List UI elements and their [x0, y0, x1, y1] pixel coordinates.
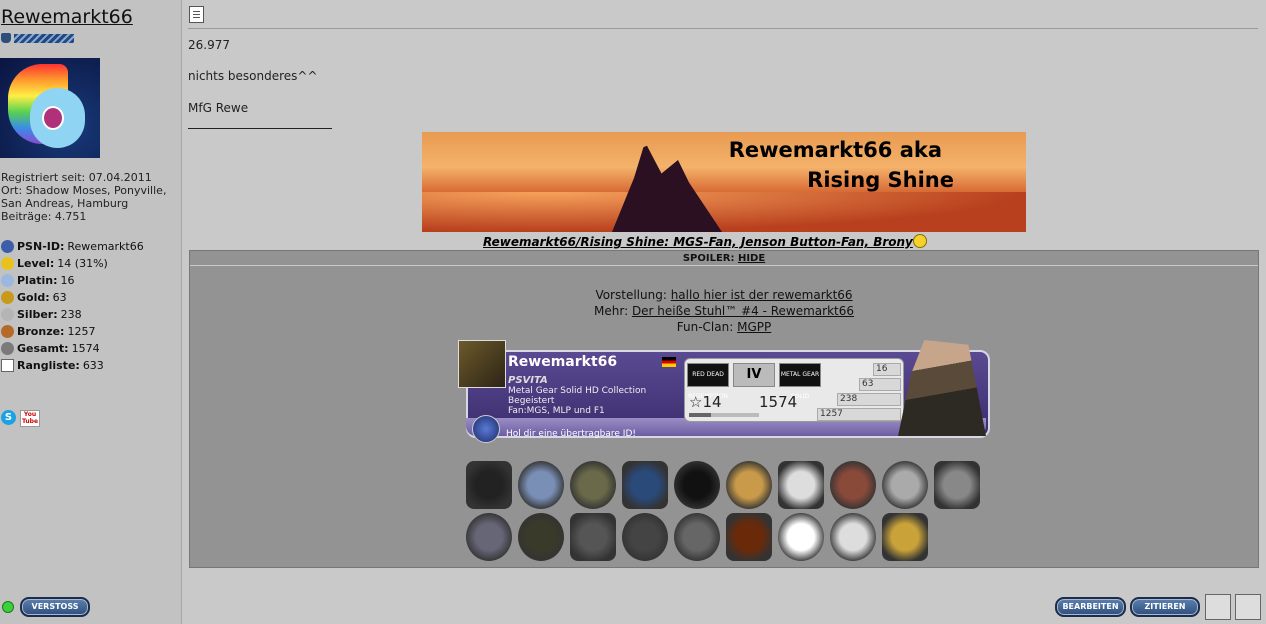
trophy-badge-icon[interactable] — [622, 461, 668, 509]
signature-separator — [188, 128, 332, 129]
trophy-badge-icon[interactable] — [830, 461, 876, 509]
stat-bronze: Bronze: 1257 — [1, 323, 144, 340]
trophy-badge-icon[interactable] — [778, 461, 824, 509]
card-level-progress — [689, 413, 759, 417]
bronze-count: 1257 — [817, 408, 901, 421]
skype-icon[interactable]: S — [1, 410, 16, 425]
avatar[interactable] — [0, 58, 100, 158]
card-platform: PSVITA — [508, 375, 548, 386]
card-username: Rewemarkt66 — [508, 354, 618, 370]
card-trophy-panel: RED DEAD REDEMPTION IV METAL GEAR SOLID … — [684, 358, 904, 422]
psn-stats: PSN-ID: Rewemarkt66 Level: 14 (31%) Platin… — [1, 238, 144, 374]
trophy-badge-icon[interactable] — [518, 461, 564, 509]
trophies-icon — [1, 342, 14, 355]
game-tile-1: RED DEAD REDEMPTION — [687, 363, 729, 400]
psn-icon — [1, 240, 14, 253]
card-level-progress-fill — [689, 413, 711, 417]
psn-portable-id-card[interactable]: Rewemarkt66 PSVITA Metal Gear Solid HD C… — [458, 340, 990, 446]
trophy-badge-icon[interactable] — [830, 513, 876, 561]
gold-trophy-icon — [1, 291, 14, 304]
trophy-badge-icon[interactable] — [674, 513, 720, 561]
youtube-icon[interactable]: You Tube — [20, 410, 40, 427]
card-avatar — [458, 340, 506, 388]
trophy-badge-icon[interactable] — [934, 461, 980, 509]
avatar-eye — [42, 106, 64, 130]
card-status: Metal Gear Solid HD Collection Begeister… — [508, 386, 647, 416]
star-icon — [1, 257, 14, 270]
spoiler-box: SPOILER: HIDE Vorstellung: hallo hier is… — [189, 250, 1259, 568]
silver-trophy-icon — [1, 308, 14, 321]
post-line-1: 26.977 — [188, 38, 230, 52]
trophy-badge-icon[interactable] — [466, 461, 512, 509]
help-icon[interactable] — [1205, 594, 1231, 620]
location: Ort: Shadow Moses, Ponyville, San Andrea… — [1, 184, 167, 210]
platinum-count: 16 — [873, 363, 901, 376]
banner-title-1: Rewemarkt66 aka — [728, 138, 942, 162]
banner-clouds — [422, 192, 1026, 232]
rank-bar — [1, 33, 74, 43]
post-line-2: nichts besonderes^^ — [188, 69, 318, 83]
stat-platinum: Platin: 16 — [1, 272, 144, 289]
trophy-badge-icon[interactable] — [570, 513, 616, 561]
social-links: S You Tube — [1, 410, 40, 427]
username-link[interactable]: Rewemarkt66 — [1, 6, 133, 28]
stat-silver: Silber: 238 — [1, 306, 144, 323]
german-flag-icon — [662, 357, 676, 367]
trophy-badge-icon[interactable] — [466, 513, 512, 561]
game-tile-2: IV — [733, 363, 775, 387]
quote-button[interactable]: ZITIEREN — [1130, 597, 1200, 617]
stat-level: Level: 14 (31%) — [1, 255, 144, 272]
card-level: ☆14 — [689, 393, 722, 411]
edit-button[interactable]: BEARBEITEN — [1055, 597, 1126, 617]
post-icon — [189, 6, 204, 23]
post-line-3: MfG Rewe — [188, 101, 249, 115]
platinum-trophy-icon — [1, 274, 14, 287]
trophy-badge-icon[interactable] — [674, 461, 720, 509]
user-sidebar: Rewemarkt66 Registriert seit: 07.04.2011… — [0, 0, 182, 624]
card-total: 1574 — [759, 393, 798, 411]
intro-link[interactable]: hallo hier ist der rewemarkt66 — [671, 288, 853, 302]
trophy-icon — [1, 33, 11, 43]
post-divider — [188, 28, 1258, 29]
cool-smiley-icon — [912, 234, 927, 248]
report-button[interactable]: VERSTOSS — [20, 597, 90, 617]
trophy-badge-icon[interactable] — [778, 513, 824, 561]
star-outline-icon: ☆ — [689, 393, 703, 411]
stat-gold: Gold: 63 — [1, 289, 144, 306]
edit-note-icon[interactable] — [1235, 594, 1261, 620]
registered-date: Registriert seit: 07.04.2011 — [1, 171, 152, 184]
signature-banner: Rewemarkt66 aka Rising Shine — [422, 132, 1026, 232]
hot-seat-link[interactable]: Der heiße Stuhl™ #4 - Rewemarkt66 — [632, 304, 854, 318]
trophy-badge-icon[interactable] — [622, 513, 668, 561]
bronze-trophy-icon — [1, 325, 14, 338]
trophy-badge-icon[interactable] — [726, 513, 772, 561]
spoiler-hide-link[interactable]: HIDE — [738, 253, 765, 264]
spoiler-links: Vorstellung: hallo hier ist der rewemark… — [594, 288, 854, 334]
trophy-badge-icon[interactable] — [882, 461, 928, 509]
trophy-badge-icon[interactable] — [882, 513, 928, 561]
rank-stripes — [14, 33, 74, 43]
signature-caption[interactable]: Rewemarkt66/Rising Shine: MGS-Fan, Jenso… — [483, 234, 927, 249]
trophy-badge-icon[interactable] — [570, 461, 616, 509]
clan-link[interactable]: MGPP — [737, 320, 771, 334]
stat-psn-id: PSN-ID: Rewemarkt66 — [1, 238, 144, 255]
banner-title-2: Rising Shine — [807, 168, 954, 192]
card-cta[interactable]: Hol dir eine übertragbare ID! — [506, 429, 636, 439]
playstation-icon — [472, 415, 500, 443]
banner-silhouette — [612, 142, 722, 232]
silver-count: 238 — [837, 393, 901, 406]
post-count: Beiträge: 4.751 — [1, 210, 87, 223]
podium-icon — [1, 359, 14, 372]
profile-info: Registriert seit: 07.04.2011 Ort: Shadow… — [1, 171, 179, 223]
stat-total: Gesamt: 1574 — [1, 340, 144, 357]
online-status-icon — [2, 601, 14, 613]
stat-rank: Rangliste: 633 — [1, 357, 144, 374]
spoiler-header: SPOILER: HIDE — [190, 251, 1258, 266]
game-tile-3: METAL GEAR SOLID — [779, 363, 821, 400]
gold-count: 63 — [859, 378, 901, 391]
trophy-badge-icon[interactable] — [726, 461, 772, 509]
trophy-badge-icon[interactable] — [518, 513, 564, 561]
